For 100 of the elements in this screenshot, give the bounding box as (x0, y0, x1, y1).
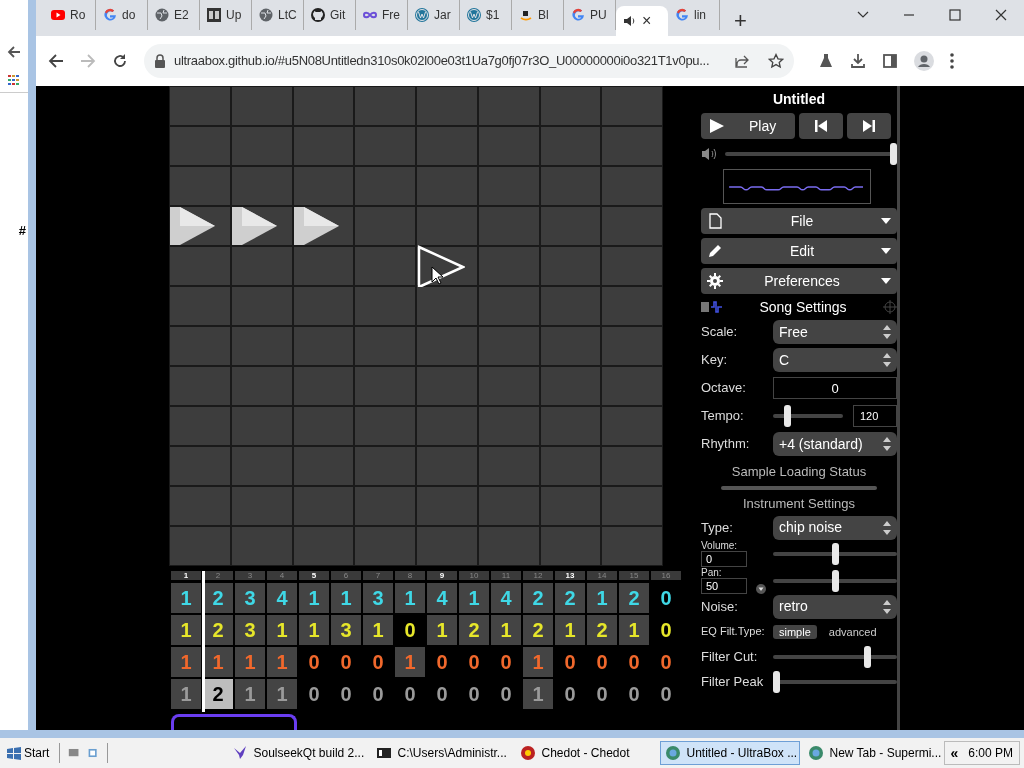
pattern-cell[interactable] (170, 447, 230, 485)
slider[interactable] (725, 143, 897, 165)
pattern-cell[interactable]: 1 (171, 583, 201, 613)
star-icon[interactable] (768, 53, 784, 69)
browser-tab[interactable]: $1 (460, 0, 512, 30)
pattern-cell[interactable] (231, 167, 292, 205)
menu-icon[interactable] (950, 53, 954, 69)
pattern-cell[interactable] (355, 127, 415, 165)
download-icon[interactable] (850, 53, 866, 69)
pattern-cell[interactable] (293, 127, 354, 165)
pattern-cell[interactable] (170, 207, 230, 245)
pattern-cell[interactable] (355, 367, 415, 405)
filter-type-option[interactable]: advanced (822, 624, 883, 639)
pattern-cell[interactable] (602, 447, 662, 485)
taskbar-button[interactable]: C:\Users\Administr... (371, 741, 512, 765)
pattern-cell[interactable]: 1 (427, 615, 457, 645)
slider-thumb[interactable] (831, 569, 839, 592)
pattern-cell[interactable] (293, 527, 354, 565)
pattern-cell[interactable]: 1 (363, 615, 393, 645)
taskbar-button[interactable]: Untitled - UltraBox ... (659, 741, 800, 765)
pattern-cell[interactable]: 2 (523, 583, 553, 613)
browser-tab[interactable]: LtC (252, 0, 304, 30)
pattern-cell[interactable] (293, 487, 354, 525)
pattern-cell[interactable] (355, 327, 415, 365)
profile-icon[interactable] (914, 51, 934, 71)
pattern-cell[interactable]: 2 (203, 679, 233, 709)
pattern-cell[interactable] (602, 527, 662, 565)
pattern-cell[interactable] (478, 327, 539, 365)
start-button[interactable]: Start (4, 741, 52, 765)
pattern-cell[interactable]: 2 (203, 615, 233, 645)
pattern-cell[interactable] (355, 207, 415, 245)
slider-thumb[interactable] (773, 670, 780, 693)
pattern-cell[interactable] (293, 87, 354, 125)
pattern-cell[interactable] (478, 207, 539, 245)
pattern-cell[interactable] (417, 367, 477, 405)
pattern-cell[interactable] (478, 407, 539, 445)
new-tab-button[interactable]: + (734, 10, 747, 32)
pattern-cell[interactable] (417, 287, 477, 325)
pattern-cell[interactable]: 1 (459, 583, 489, 613)
pattern-cell[interactable] (355, 287, 415, 325)
pattern-cell[interactable] (602, 287, 662, 325)
browser-tab[interactable]: Jar (408, 0, 460, 30)
taskbar-button[interactable]: Chedot - Chedot (515, 741, 656, 765)
taskbar-button[interactable]: New Tab - Supermi... (803, 741, 944, 765)
slider[interactable] (773, 542, 897, 565)
menu-button[interactable]: File (701, 208, 897, 234)
pattern-cell[interactable] (355, 407, 415, 445)
menu-button[interactable]: Preferences (701, 268, 897, 294)
pattern-cell[interactable] (293, 327, 354, 365)
browser-tab[interactable]: lin (668, 0, 720, 30)
pattern-cell[interactable] (417, 127, 477, 165)
pattern-cell[interactable] (478, 247, 539, 285)
pattern-cell[interactable]: 1 (491, 615, 521, 645)
pattern-cell[interactable] (602, 127, 662, 165)
expand-icon[interactable] (756, 584, 766, 594)
pattern-cell[interactable]: 1 (299, 615, 329, 645)
pattern-cell[interactable] (170, 87, 230, 125)
pattern-cell[interactable] (170, 247, 230, 285)
pattern-cell[interactable] (231, 367, 292, 405)
window-switch-icon[interactable] (87, 746, 99, 760)
pattern-cell[interactable] (170, 127, 230, 165)
pattern-cell[interactable]: 1 (395, 583, 425, 613)
dropdown[interactable]: retro (773, 594, 897, 619)
pattern-cell[interactable] (478, 127, 539, 165)
pattern-cell[interactable] (417, 87, 477, 125)
menu-button[interactable]: Edit (701, 238, 897, 264)
playhead[interactable] (202, 571, 205, 712)
pattern-cell[interactable]: 4 (427, 583, 457, 613)
number-field[interactable]: 50 (701, 578, 747, 594)
note-block[interactable] (231, 207, 277, 245)
pattern-cell[interactable]: 1 (619, 615, 649, 645)
pattern-cell[interactable]: 1 (299, 583, 329, 613)
pattern-cell[interactable] (417, 447, 477, 485)
pattern-cell[interactable] (293, 207, 354, 245)
pattern-cell[interactable] (478, 367, 539, 405)
pattern-cell[interactable] (602, 167, 662, 205)
pattern-cell[interactable] (540, 287, 601, 325)
pattern-cell[interactable] (231, 127, 292, 165)
pattern-cell[interactable] (478, 447, 539, 485)
pattern-cell[interactable]: 3 (363, 583, 393, 613)
browser-tab[interactable]: Fre (356, 0, 408, 30)
pattern-cell[interactable] (540, 207, 601, 245)
pattern-cell[interactable]: 2 (459, 615, 489, 645)
pattern-cell[interactable] (417, 327, 477, 365)
play-button[interactable]: Play (701, 113, 795, 139)
pattern-cell[interactable] (478, 527, 539, 565)
slider[interactable] (773, 569, 897, 592)
bar-number[interactable]: 1 (171, 571, 201, 580)
number-field[interactable]: 0 (773, 377, 897, 399)
pattern-cell[interactable] (602, 367, 662, 405)
pattern-cell[interactable] (478, 87, 539, 125)
pattern-cell[interactable]: 3 (235, 583, 265, 613)
pattern-cell[interactable] (231, 247, 292, 285)
pattern-cell[interactable]: 2 (555, 583, 585, 613)
pattern-cell[interactable] (355, 487, 415, 525)
address-bar[interactable]: ultraabox.github.io/#u5N08Untitledn310s0k02l00e03t1Ua7g0fj07r3O_U00000000i0o321T1v0pu... (144, 44, 794, 78)
pattern-cell[interactable] (417, 167, 477, 205)
pattern-cell[interactable] (602, 207, 662, 245)
tray-expand-button[interactable]: « (950, 742, 959, 764)
pattern-cell[interactable] (355, 527, 415, 565)
